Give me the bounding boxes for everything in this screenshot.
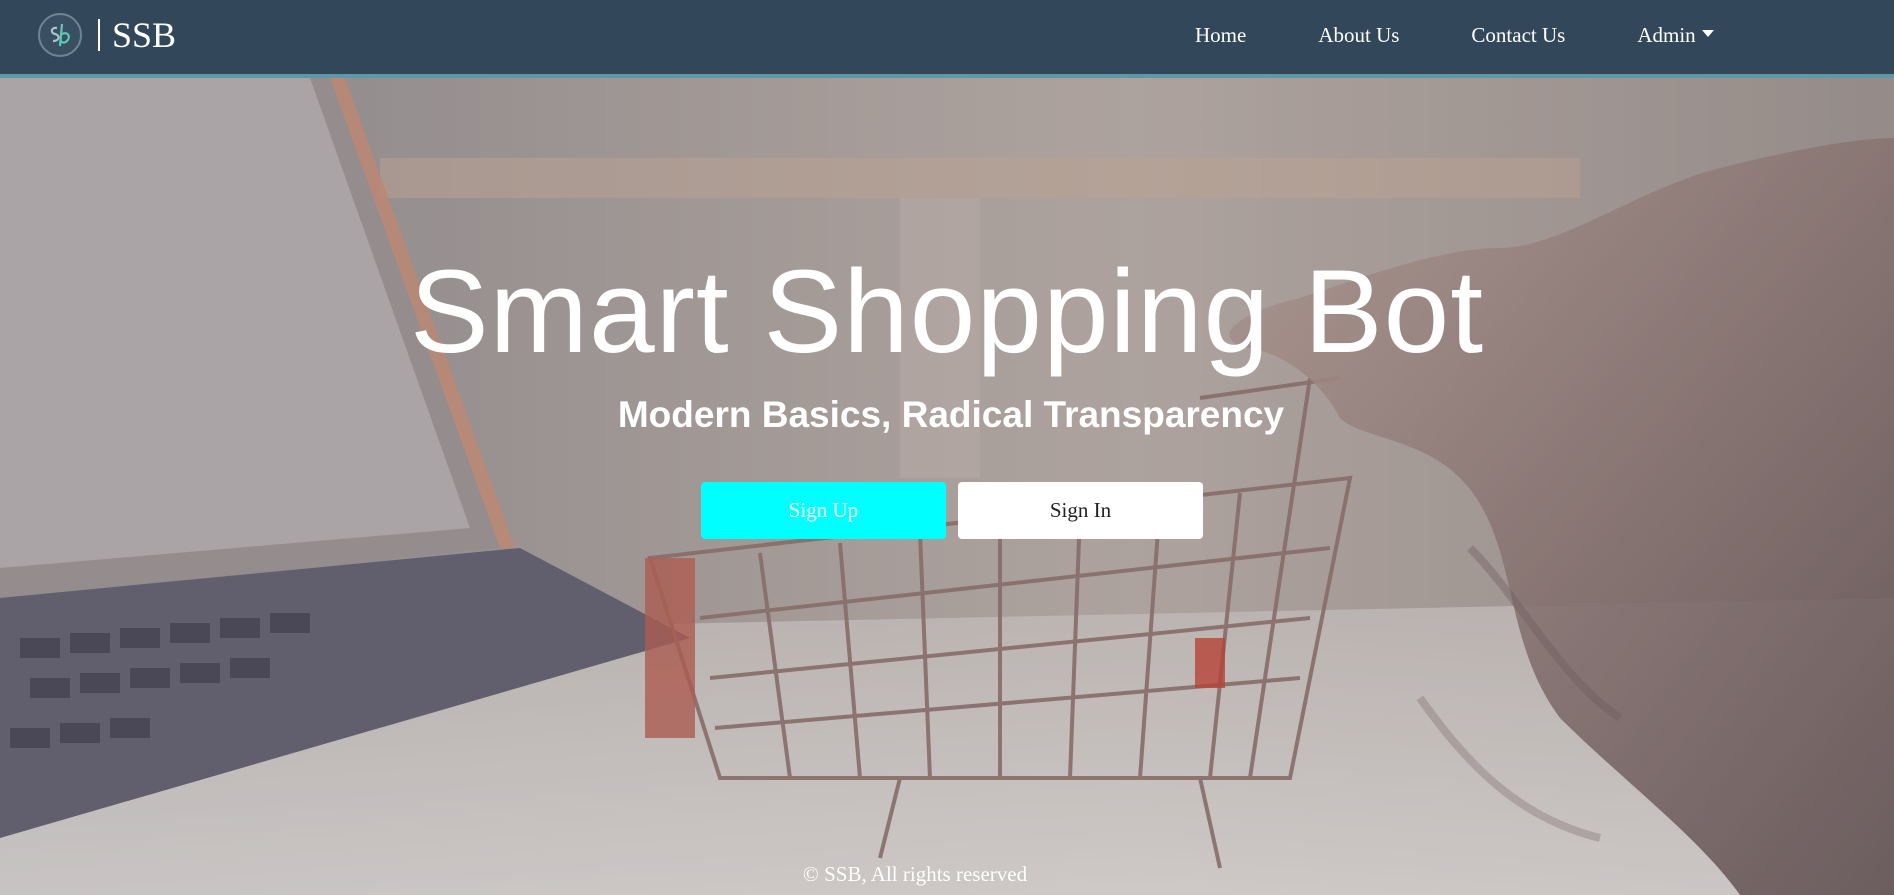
hero-overlay [0,78,1894,895]
ssb-logo-icon [38,13,82,57]
hero-section: Smart Shopping Bot Modern Basics, Radica… [0,78,1894,895]
nav-link-home[interactable]: Home [1195,23,1246,48]
sign-in-button[interactable]: Sign In [958,482,1203,539]
hero-title: Smart Shopping Bot [409,246,1485,378]
brand-divider [98,19,100,51]
nav-dropdown-admin[interactable]: Admin [1637,22,1714,48]
sign-up-button[interactable]: Sign Up [701,482,946,539]
navbar: SSB Home About Us Contact Us Admin [0,0,1894,78]
hero-subtitle: Modern Basics, Radical Transparency [617,394,1285,435]
nav-link-admin-label: Admin [1637,22,1696,47]
caret-down-icon [1701,29,1714,37]
brand[interactable]: SSB [38,12,176,58]
footer-copyright: © SSB, All rights reserved [802,862,1028,886]
nav-link-contact-us[interactable]: Contact Us [1471,23,1565,48]
nav-links: Home About Us Contact Us Admin [1195,0,1714,70]
nav-link-about-us[interactable]: About Us [1318,23,1399,48]
brand-name[interactable]: SSB [112,17,176,53]
